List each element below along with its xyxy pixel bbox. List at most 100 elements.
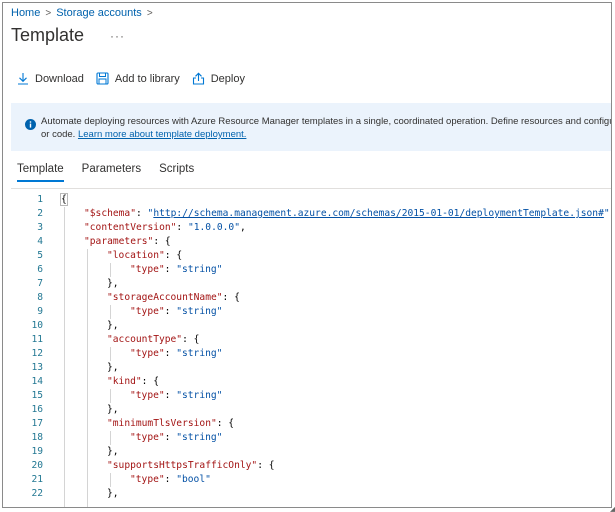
deploy-button[interactable]: Deploy	[192, 72, 245, 85]
json-punctuation: ,	[239, 222, 246, 233]
info-icon	[25, 117, 36, 135]
json-punctuation: : {	[257, 460, 275, 471]
code-line[interactable]: 9 "type": "string"	[11, 305, 611, 319]
json-key: "type"	[130, 432, 165, 443]
code-line[interactable]: 15 "type": "string"	[11, 389, 611, 403]
tab-scripts[interactable]: Scripts	[159, 163, 194, 182]
code-text: "type": "string"	[130, 389, 222, 403]
json-punctuation: :	[135, 208, 148, 219]
code-text: },	[107, 403, 119, 417]
code-line[interactable]: 3 "contentVersion": "1.0.0.0",	[11, 221, 611, 235]
json-key: "$schema"	[84, 208, 136, 219]
info-banner-line2-prefix: or code.	[41, 129, 78, 140]
code-line[interactable]: 10},	[11, 319, 611, 333]
code-line[interactable]: 14 "kind": {	[11, 375, 611, 389]
json-punctuation: },	[107, 488, 119, 499]
json-punctuation: : {	[216, 418, 235, 429]
code-line[interactable]: 1{	[11, 193, 611, 207]
indent-guide	[87, 249, 88, 507]
json-key: "supportsHttpsTrafficOnly"	[107, 460, 258, 471]
json-key: "location"	[107, 250, 165, 261]
deploy-upload-icon	[192, 72, 205, 85]
code-text: },	[107, 445, 119, 459]
line-number: 22	[31, 488, 43, 499]
add-to-library-button[interactable]: Add to library	[96, 72, 180, 85]
code-text: "type": "bool"	[130, 473, 211, 487]
title-row: Template ···	[11, 25, 125, 46]
line-number: 13	[31, 362, 43, 373]
code-line[interactable]: 4 "parameters": {	[11, 235, 611, 249]
more-options-button[interactable]: ···	[110, 30, 125, 42]
indent-guide	[64, 207, 65, 507]
code-text: },	[107, 361, 119, 375]
indent-guide	[110, 305, 111, 319]
code-text: },	[107, 487, 119, 501]
line-number: 9	[37, 306, 43, 317]
line-number: 5	[37, 250, 43, 261]
json-string: "string"	[176, 348, 223, 359]
info-banner: Automate deploying resources with Azure …	[11, 103, 611, 151]
code-line[interactable]: 19},	[11, 445, 611, 459]
code-line[interactable]: 2 "$schema": "http://schema.management.az…	[11, 207, 611, 221]
indent-guide	[110, 431, 111, 445]
download-label: Download	[35, 72, 84, 85]
code-editor[interactable]: 1{2 "$schema": "http://schema.management.…	[11, 188, 611, 507]
code-line[interactable]: 20 "supportsHttpsTrafficOnly": {	[11, 459, 611, 473]
json-punctuation: },	[107, 278, 119, 289]
schema-link[interactable]: http://schema.management.azure.com/schem…	[153, 208, 604, 219]
add-to-library-label: Add to library	[114, 72, 180, 85]
code-text: "location": {	[107, 249, 182, 263]
tab-parameters[interactable]: Parameters	[82, 163, 141, 182]
code-line[interactable]: 7},	[11, 277, 611, 291]
code-line[interactable]: 6 "type": "string"	[11, 263, 611, 277]
code-line[interactable]: 18 "type": "string"	[11, 431, 611, 445]
code-line[interactable]: 5 "location": {	[11, 249, 611, 263]
line-number: 10	[31, 320, 43, 331]
json-string: "string"	[176, 432, 223, 443]
json-punctuation: },	[107, 320, 119, 331]
json-key: "minimumTlsVersion"	[107, 418, 217, 429]
breadcrumb-home[interactable]: Home	[11, 7, 40, 19]
code-line[interactable]: 22},	[11, 487, 611, 501]
code-text: "minimumTlsVersion": {	[107, 417, 234, 431]
tab-template[interactable]: Template	[17, 163, 64, 182]
json-key: "type"	[130, 306, 165, 317]
json-key: "type"	[130, 264, 165, 275]
code-text: "$schema": "http://schema.management.azu…	[84, 207, 611, 221]
json-punctuation: :	[164, 390, 177, 401]
code-line[interactable]: 16},	[11, 403, 611, 417]
code-line[interactable]: 17 "minimumTlsVersion": {	[11, 417, 611, 431]
json-key: "kind"	[107, 376, 142, 387]
json-punctuation: :	[164, 264, 177, 275]
line-number: 6	[37, 264, 43, 275]
code-line[interactable]: 12 "type": "string"	[11, 347, 611, 361]
json-punctuation: :	[164, 474, 177, 485]
json-string: "string"	[176, 390, 223, 401]
code-text: "storageAccountName": {	[107, 291, 240, 305]
json-punctuation: : {	[222, 292, 240, 303]
page-title: Template	[11, 25, 85, 45]
save-to-library-icon	[96, 72, 109, 85]
download-button[interactable]: Download	[17, 72, 84, 85]
indent-guide	[110, 473, 111, 487]
line-number: 20	[31, 460, 43, 471]
code-line[interactable]: 13},	[11, 361, 611, 375]
indent-guide	[110, 263, 111, 277]
command-bar: Download Add to library Deploy	[17, 72, 257, 85]
line-number: 12	[31, 348, 43, 359]
code-line[interactable]: 11 "accountType": {	[11, 333, 611, 347]
line-number: 19	[31, 446, 43, 457]
json-key: "accountType"	[107, 334, 183, 345]
code-line[interactable]: 21 "type": "bool"	[11, 473, 611, 487]
breadcrumb-storage-accounts[interactable]: Storage accounts	[56, 7, 142, 19]
code-text: "type": "string"	[130, 263, 222, 277]
line-number: 4	[37, 236, 43, 247]
learn-more-link[interactable]: Learn more about template deployment.	[78, 129, 246, 140]
code-line[interactable]: 8 "storageAccountName": {	[11, 291, 611, 305]
json-punctuation: },	[107, 362, 119, 373]
deploy-label: Deploy	[210, 72, 245, 85]
code-text: "parameters": {	[84, 235, 171, 249]
line-number: 14	[31, 376, 43, 387]
json-punctuation: : {	[182, 334, 200, 345]
line-number: 11	[31, 334, 43, 345]
